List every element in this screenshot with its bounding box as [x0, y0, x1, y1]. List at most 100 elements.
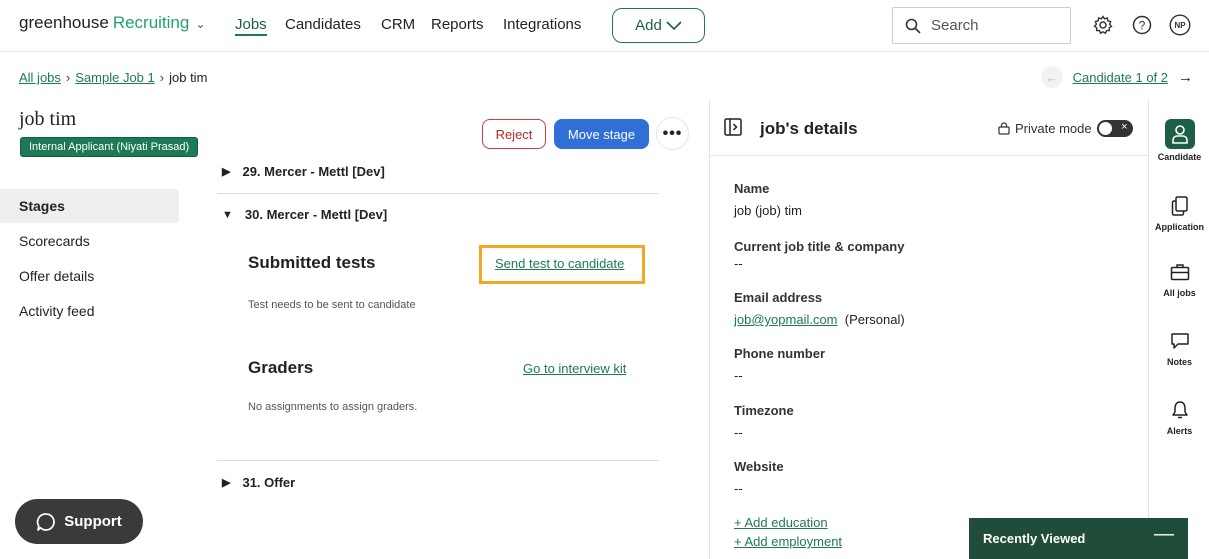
rail-label: Application	[1155, 222, 1204, 232]
document-icon	[1167, 193, 1193, 219]
divider	[217, 460, 659, 461]
add-button-label: Add	[635, 17, 662, 34]
arrow-left-icon[interactable]: ←	[1040, 66, 1063, 88]
bell-icon	[1167, 397, 1193, 423]
internal-applicant-badge: Internal Applicant (Niyati Prasad)	[20, 137, 199, 157]
divider	[710, 155, 1148, 156]
stage-29-label: 29. Mercer - Mettl [Dev]	[242, 164, 385, 179]
field-label-job-title: Current job title & company	[734, 239, 905, 254]
nav-jobs[interactable]: Jobs	[235, 16, 267, 36]
graders-note: No assignments to assign graders.	[248, 401, 418, 413]
field-value-email: job@yopmail.com (Personal)	[734, 312, 905, 327]
add-employment-link[interactable]: + Add employment	[734, 534, 842, 549]
email-link[interactable]: job@yopmail.com	[734, 312, 838, 327]
add-education-link[interactable]: + Add education	[734, 515, 828, 530]
private-mode-control[interactable]: Private mode ×	[998, 120, 1133, 137]
rail-label: Alerts	[1166, 426, 1193, 436]
rail-item-notes[interactable]: Notes	[1150, 328, 1209, 367]
gear-icon[interactable]	[1091, 13, 1115, 37]
avatar[interactable]: NP	[1168, 13, 1192, 37]
top-navigation: greenhouse Recruiting ⌄ Jobs Candidates CR…	[0, 0, 1209, 52]
field-label-website: Website	[734, 459, 784, 474]
close-icon: ×	[1121, 121, 1128, 133]
sidebar-item-scorecards[interactable]: Scorecards	[0, 224, 179, 258]
chevron-down-icon	[666, 20, 682, 30]
search-input[interactable]: Search	[892, 7, 1071, 44]
more-options-button[interactable]: •••	[657, 118, 688, 149]
sidebar-item-offer-details[interactable]: Offer details	[0, 259, 179, 293]
sidebar-item-activity-feed[interactable]: Activity feed	[0, 294, 179, 328]
add-button[interactable]: Add	[612, 8, 705, 43]
caret-down-icon: ▼	[222, 208, 233, 221]
field-label-timezone: Timezone	[734, 403, 794, 418]
search-icon	[905, 18, 921, 34]
field-value-name: job (job) tim	[734, 203, 802, 218]
candidate-name: job tim	[19, 108, 77, 130]
stage-31-toggle[interactable]: ▶ 31. Offer	[222, 475, 295, 490]
nav-candidates[interactable]: Candidates	[285, 16, 361, 33]
breadcrumb-all-jobs[interactable]: All jobs	[19, 70, 61, 85]
field-value-phone: --	[734, 368, 743, 383]
support-label: Support	[64, 513, 122, 530]
reject-button[interactable]: Reject	[482, 119, 546, 149]
person-icon	[1164, 119, 1195, 149]
submitted-tests-title: Submitted tests	[248, 253, 376, 272]
sidebar-item-stages[interactable]: Stages	[0, 189, 179, 223]
nav-integrations[interactable]: Integrations	[503, 16, 581, 33]
support-button[interactable]: Support	[15, 499, 143, 544]
chevron-right-icon: ›	[65, 70, 71, 85]
collapse-panel-icon[interactable]	[724, 118, 742, 136]
breadcrumb: All jobs › Sample Job 1 › job tim	[19, 70, 207, 85]
candidate-counter[interactable]: Candidate 1 of 2	[1073, 70, 1168, 85]
divider	[217, 193, 659, 194]
product-name: Recruiting	[112, 13, 190, 32]
help-icon[interactable]: ?	[1130, 13, 1154, 37]
field-label-name: Name	[734, 181, 770, 196]
send-test-link[interactable]: Send test to candidate	[495, 256, 624, 271]
chat-bubble-icon	[37, 512, 56, 531]
svg-text:?: ?	[1139, 19, 1146, 33]
nav-crm[interactable]: CRM	[381, 16, 415, 33]
field-label-email: Email address	[734, 290, 823, 305]
avatar-initials: NP	[1174, 20, 1186, 30]
rail-item-all-jobs[interactable]: All jobs	[1150, 259, 1209, 298]
brand-name: greenhouse	[19, 13, 109, 32]
briefcase-icon	[1167, 259, 1193, 285]
private-mode-label: Private mode	[1015, 121, 1092, 136]
arrow-right-icon[interactable]: →	[1178, 69, 1193, 86]
move-stage-button[interactable]: Move stage	[554, 119, 649, 149]
private-mode-toggle[interactable]: ×	[1096, 120, 1133, 137]
details-title: job's details	[760, 119, 858, 138]
recently-viewed-panel[interactable]: Recently Viewed —	[969, 518, 1188, 559]
stage-30-toggle[interactable]: ▼ 30. Mercer - Mettl [Dev]	[222, 207, 387, 222]
panel-separator	[709, 100, 710, 559]
graders-title: Graders	[248, 358, 314, 377]
rail-item-alerts[interactable]: Alerts	[1150, 397, 1209, 436]
caret-right-icon: ▶	[222, 477, 231, 489]
rail-label: Notes	[1166, 357, 1192, 367]
submitted-tests-note: Test needs to be sent to candidate	[248, 299, 416, 311]
chevron-down-icon: ⌄	[195, 17, 206, 31]
interview-kit-link[interactable]: Go to interview kit	[523, 361, 626, 376]
field-label-phone: Phone number	[734, 346, 826, 361]
rail-separator	[1148, 100, 1149, 559]
stage-29-toggle[interactable]: ▶ 29. Mercer - Mettl [Dev]	[222, 164, 385, 179]
chevron-right-icon: ›	[159, 70, 165, 85]
search-placeholder: Search	[931, 17, 979, 34]
caret-right-icon: ▶	[222, 166, 231, 178]
stage-31-label: 31. Offer	[242, 475, 296, 490]
rail-item-candidate[interactable]: Candidate	[1150, 119, 1209, 162]
rail-item-application[interactable]: Application	[1150, 193, 1209, 232]
email-type: (Personal)	[844, 312, 905, 327]
nav-reports[interactable]: Reports	[431, 16, 484, 33]
field-value-website: --	[734, 481, 743, 496]
brand-logo[interactable]: greenhouse Recruiting ⌄	[19, 13, 205, 33]
speech-bubble-icon	[1167, 328, 1193, 354]
rail-label: All jobs	[1163, 288, 1196, 298]
lock-icon	[998, 122, 1010, 135]
recently-viewed-label: Recently Viewed	[983, 531, 1086, 546]
minimize-icon[interactable]: —	[1154, 523, 1174, 546]
stage-30-label: 30. Mercer - Mettl [Dev]	[244, 207, 388, 222]
breadcrumb-job[interactable]: Sample Job 1	[75, 70, 155, 85]
breadcrumb-current: job tim	[169, 70, 208, 85]
